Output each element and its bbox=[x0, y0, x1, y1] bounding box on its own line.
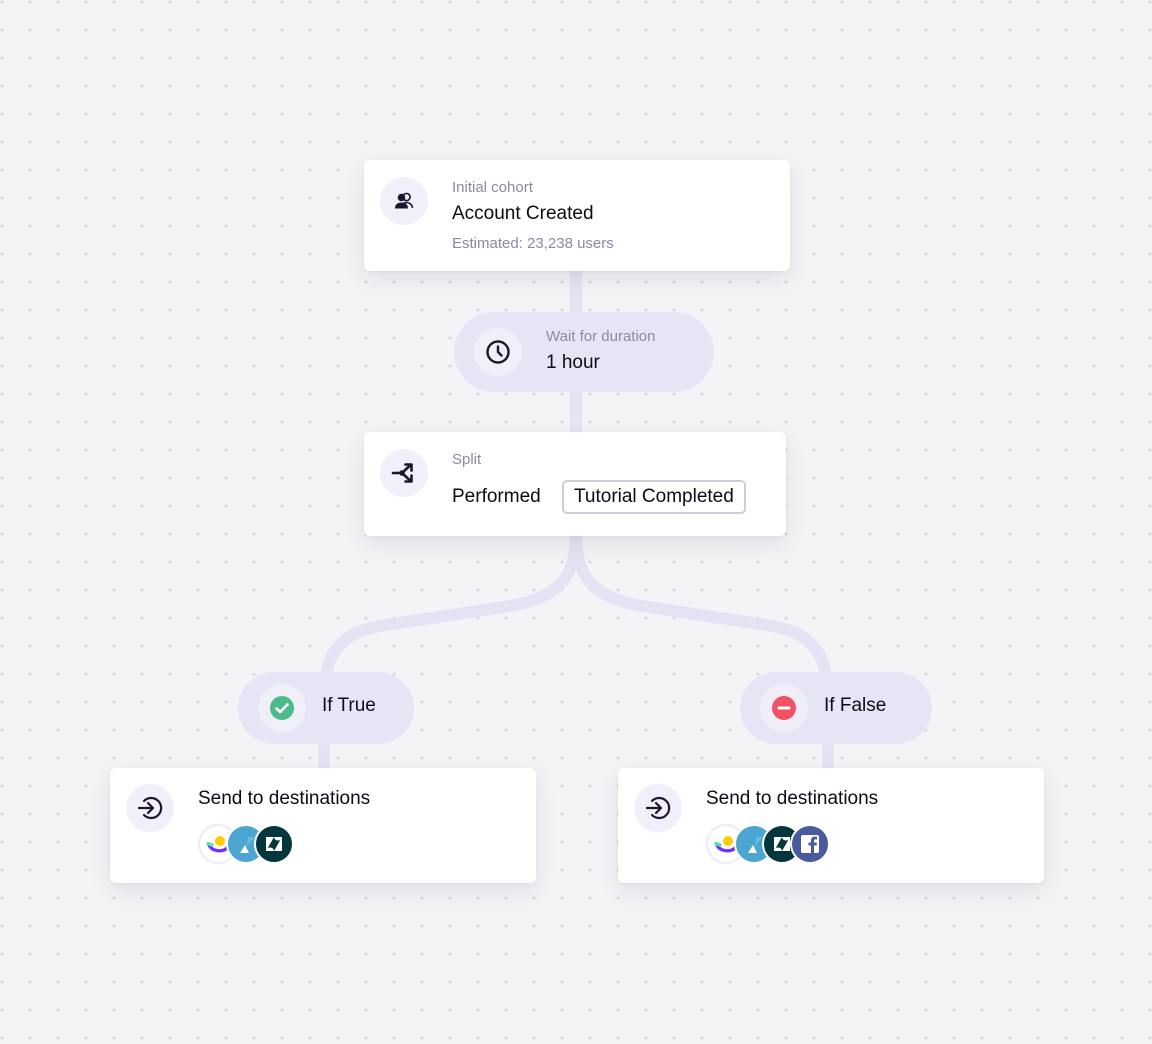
connector-split-true bbox=[319, 533, 582, 691]
branch-false-label: If False bbox=[824, 695, 887, 716]
wait-icon-badge bbox=[474, 328, 522, 376]
split-event-chip[interactable]: Tutorial Completed bbox=[562, 480, 746, 514]
clock-icon bbox=[486, 340, 510, 364]
true-destinations bbox=[198, 824, 294, 864]
branch-true-label: If True bbox=[322, 695, 376, 716]
cohort-label: Initial cohort bbox=[452, 179, 533, 196]
arrow-into-icon bbox=[137, 796, 163, 820]
branch-false-node[interactable]: If False bbox=[740, 672, 932, 744]
split-icon-badge bbox=[380, 449, 428, 497]
wait-node[interactable]: Wait for duration 1 hour bbox=[454, 312, 714, 392]
split-condition-prefix: Performed bbox=[452, 486, 541, 507]
arrow-into-icon bbox=[645, 796, 671, 820]
false-action-node[interactable]: Send to destinations bbox=[618, 768, 1044, 883]
split-icon bbox=[391, 463, 413, 483]
cohort-title: Account Created bbox=[452, 203, 594, 224]
users-icon bbox=[395, 192, 414, 209]
branch-false-icon-badge bbox=[760, 684, 808, 732]
cohort-node[interactable]: Initial cohort Account Created Estimated… bbox=[364, 160, 790, 271]
check-circle-icon bbox=[270, 696, 294, 720]
minus-circle-icon bbox=[772, 696, 796, 720]
branch-true-icon-badge bbox=[258, 684, 306, 732]
split-label: Split bbox=[452, 451, 482, 468]
true-action-icon-badge bbox=[126, 784, 174, 832]
split-node[interactable]: Split Performed Tutorial Completed bbox=[364, 432, 786, 536]
true-action-node[interactable]: Send to destinations bbox=[110, 768, 536, 883]
wait-value: 1 hour bbox=[546, 352, 600, 373]
branch-true-node[interactable]: If True bbox=[238, 672, 414, 744]
false-destinations bbox=[706, 824, 830, 864]
false-action-icon-badge bbox=[634, 784, 682, 832]
false-action-title: Send to destinations bbox=[706, 788, 879, 809]
destination-zendesk-logo bbox=[254, 824, 294, 864]
cohort-icon-badge bbox=[380, 177, 428, 225]
destination-facebook-logo bbox=[790, 824, 830, 864]
true-action-title: Send to destinations bbox=[198, 788, 371, 809]
connector-split-false bbox=[570, 533, 833, 691]
wait-label: Wait for duration bbox=[546, 328, 656, 345]
cohort-estimate: Estimated: 23,238 users bbox=[452, 235, 614, 252]
